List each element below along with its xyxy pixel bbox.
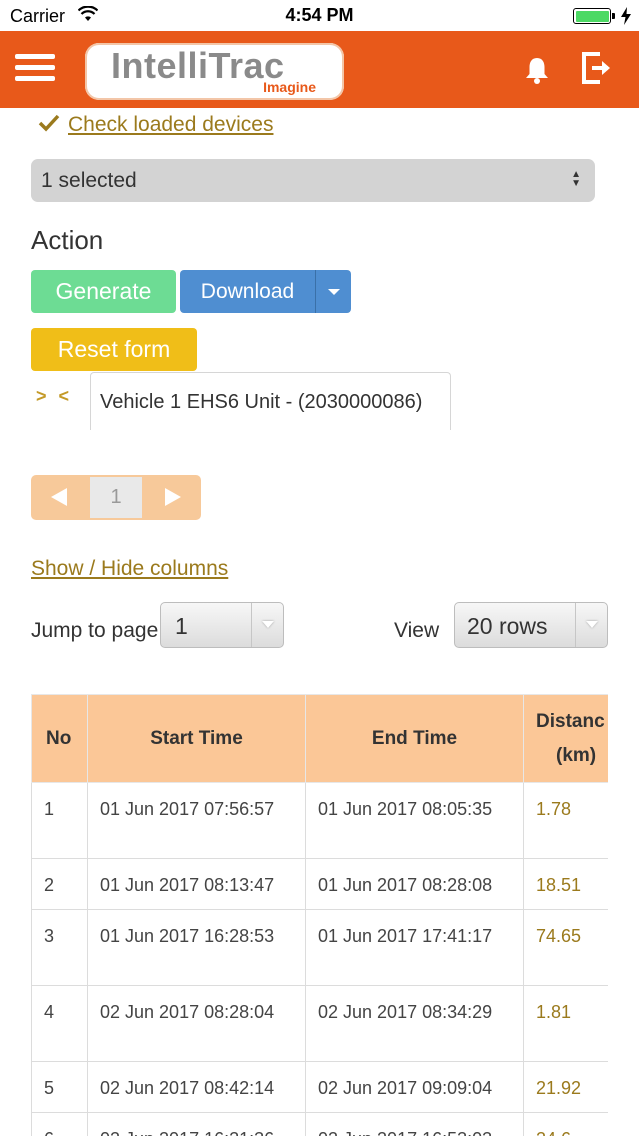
cell-end-time: 02 Jun 2017 08:34:29 — [305, 985, 524, 1062]
download-button[interactable]: Download — [180, 270, 315, 313]
cell-start-time: 01 Jun 2017 08:13:47 — [87, 858, 306, 910]
prev-page-button[interactable] — [31, 475, 89, 520]
dropdown-button — [575, 603, 607, 647]
cell-no: 4 — [31, 985, 88, 1062]
table-row[interactable]: 6 02 Jun 2017 16:21:36 02 Jun 2017 16:53… — [31, 1112, 608, 1136]
cell-distance: 18.51 — [523, 858, 608, 910]
cell-start-time: 02 Jun 2017 08:42:14 — [87, 1061, 306, 1113]
table-row[interactable]: 3 01 Jun 2017 16:28:53 01 Jun 2017 17:41… — [31, 909, 608, 986]
cell-end-time: 01 Jun 2017 17:41:17 — [305, 909, 524, 986]
checkmark-icon — [38, 114, 60, 137]
clock: 4:54 PM — [285, 5, 354, 25]
tab-vehicle-label: Vehicle 1 EHS6 Unit - (2030000086) — [100, 391, 423, 413]
logout-icon[interactable] — [580, 51, 614, 90]
column-header-start-time[interactable]: Start Time — [87, 694, 306, 783]
dropdown-button — [251, 603, 283, 647]
cell-end-time: 02 Jun 2017 09:09:04 — [305, 1061, 524, 1113]
caret-down-icon — [586, 621, 598, 628]
table-header-row: No Start Time End Time Distanc (km) — [31, 694, 608, 783]
status-bar: Carrier 4:54 PM — [0, 0, 639, 31]
logo-tagline: Imagine — [263, 79, 316, 95]
device-select[interactable]: 1 selected ▲ ▼ — [31, 159, 595, 202]
cell-start-time: 02 Jun 2017 16:21:36 — [87, 1112, 306, 1136]
generate-button[interactable]: Generate — [31, 270, 176, 313]
table-row[interactable]: 1 01 Jun 2017 07:56:57 01 Jun 2017 08:05… — [31, 782, 608, 859]
app-header: IntelliTrac Imagine — [0, 31, 639, 108]
cell-end-time: 01 Jun 2017 08:28:08 — [305, 858, 524, 910]
device-select-value: 1 selected — [41, 169, 137, 192]
triangle-left-icon — [51, 488, 67, 506]
select-arrows-icon: ▲ ▼ — [571, 169, 581, 189]
jump-to-page-value: 1 — [175, 613, 188, 639]
cell-no: 6 — [31, 1112, 88, 1136]
tab-scroll-left-icon[interactable]: < — [59, 386, 70, 406]
table-row[interactable]: 5 02 Jun 2017 08:42:14 02 Jun 2017 09:09… — [31, 1061, 608, 1113]
cell-no: 5 — [31, 1061, 88, 1113]
logo[interactable]: IntelliTrac Imagine — [85, 43, 344, 100]
trips-table-container[interactable]: No Start Time End Time Distanc (km) 1 01 … — [31, 694, 608, 1136]
charging-icon — [621, 7, 631, 30]
check-loaded-devices-label: Check loaded devices — [68, 113, 274, 136]
cell-distance: 1.78 — [523, 782, 608, 859]
jump-to-page-label: Jump to page — [31, 619, 159, 642]
triangle-right-icon — [165, 488, 181, 506]
cell-start-time: 01 Jun 2017 16:28:53 — [87, 909, 306, 986]
tab-scroll-right-icon[interactable]: > — [36, 386, 47, 406]
bell-icon[interactable] — [522, 55, 552, 90]
next-page-button[interactable] — [143, 475, 201, 520]
cell-start-time: 02 Jun 2017 08:28:04 — [87, 985, 306, 1062]
view-rows-select[interactable]: 20 rows — [454, 602, 608, 648]
check-loaded-devices-link[interactable]: Check loaded devices — [38, 113, 273, 137]
show-hide-columns-link[interactable]: Show / Hide columns — [31, 557, 228, 581]
view-label: View — [394, 619, 440, 642]
pagination: 1 — [31, 475, 201, 520]
table-row[interactable]: 4 02 Jun 2017 08:28:04 02 Jun 2017 08:34… — [31, 985, 608, 1062]
action-heading: Action — [31, 225, 104, 255]
cell-distance: 74.65 — [523, 909, 608, 986]
cell-distance: 24.6 — [523, 1112, 608, 1136]
jump-to-page-select[interactable]: 1 — [160, 602, 284, 648]
column-header-no[interactable]: No — [31, 694, 88, 783]
cell-no: 2 — [31, 858, 88, 910]
cell-distance: 1.81 — [523, 985, 608, 1062]
trips-table: No Start Time End Time Distanc (km) 1 01 … — [31, 694, 608, 1136]
tab-scroll-controls: > < — [36, 386, 81, 407]
caret-down-icon — [262, 621, 274, 628]
caret-down-icon — [328, 289, 340, 295]
column-header-distance-line1: Distanc — [536, 710, 605, 732]
column-header-distance-line2: (km) — [556, 744, 597, 766]
reset-form-button[interactable]: Reset form — [31, 328, 197, 371]
cell-end-time: 02 Jun 2017 16:53:03 — [305, 1112, 524, 1136]
cell-start-time: 01 Jun 2017 07:56:57 — [87, 782, 306, 859]
tab-vehicle[interactable]: Vehicle 1 EHS6 Unit - (2030000086) — [90, 372, 451, 430]
cell-end-time: 01 Jun 2017 08:05:35 — [305, 782, 524, 859]
battery-tip — [612, 13, 615, 19]
cell-no: 3 — [31, 909, 88, 986]
logo-text: IntelliTrac — [111, 45, 285, 86]
menu-icon[interactable] — [15, 54, 55, 86]
download-options-button[interactable] — [315, 270, 351, 313]
cell-no: 1 — [31, 782, 88, 859]
battery-icon — [573, 8, 611, 24]
cell-distance: 21.92 — [523, 1061, 608, 1113]
view-rows-value: 20 rows — [467, 613, 548, 639]
current-page[interactable]: 1 — [90, 477, 142, 518]
table-row[interactable]: 2 01 Jun 2017 08:13:47 01 Jun 2017 08:28… — [31, 858, 608, 910]
column-header-end-time[interactable]: End Time — [305, 694, 524, 783]
column-header-distance[interactable]: Distanc (km) — [523, 694, 608, 783]
